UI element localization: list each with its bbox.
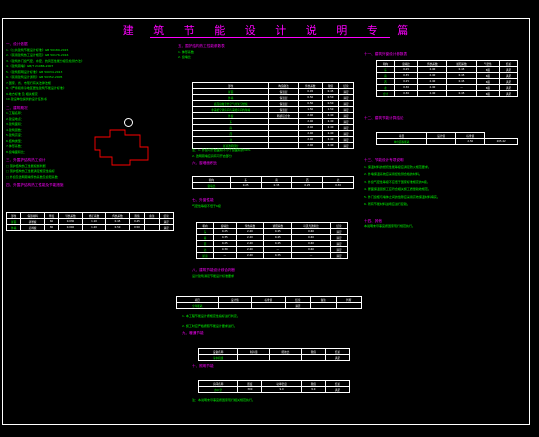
table-cell: 0.50: [128, 224, 146, 231]
mid-hvac-table: 设备名称 制冷量 能效比 限值 结论 冷水机组 满足: [197, 348, 351, 361]
right-window-table: 朝向 窗墙比 传热系数 遮阳系数 气密性 结论东 0.25 2.40 0.45 6级 满足南 0.35…: [376, 60, 518, 97]
table-cell: 0.45: [446, 90, 477, 97]
table-cell: 300: [237, 386, 263, 393]
mid-sec9: 1. 本工程节能设计按规定性指标进行判定。 2. 施工时应严格按照节能设计要求进…: [182, 314, 358, 337]
mid-sec7: 七、外窗性能 气密性等级不低于6级: [192, 198, 352, 209]
table-cell: 9.0: [300, 386, 326, 393]
right-sec1-heading: 十一、建筑外窗设计参数表: [364, 52, 408, 56]
table-row: 外墙 岩棉板 80 0.040 1.20 0.50 0.50 满足: [5, 224, 175, 231]
right-column: 十一、建筑外窗设计参数表: [364, 52, 524, 58]
mid-footer-line: 注：本说明未尽事宜按国家现行相关规范执行。: [192, 398, 256, 402]
mid-sec9-line2: 2. 施工时应严格按照节能设计要求进行。: [182, 323, 237, 328]
list-item: 6. 所有节能材料进场应进行复验。: [364, 202, 410, 206]
mid-sec11-heading: 十、照明节能: [192, 364, 214, 368]
table-cell: [335, 302, 363, 309]
table-cell: 满足: [329, 252, 349, 259]
table-cell: 满足: [499, 90, 518, 97]
table-cell: 外墙: [5, 224, 22, 231]
table-cell: [251, 302, 286, 309]
mid-note2: 2. 透明幕墙应具有可开启部分: [192, 153, 232, 158]
table-row: 屋顶 —2.40 0.35— 满足: [195, 252, 349, 259]
table-cell: [237, 354, 271, 361]
mid-wwr-table: 朝向东南西北窗墙比 0.25 0.35 0.25 0.30: [192, 176, 354, 189]
right-result-table: 项目 设计值 标准值 单位面积能耗 2.50 205.42: [375, 132, 518, 145]
table-cell: 205.42: [484, 138, 518, 145]
table-cell: [269, 354, 302, 361]
right-sec3: 十三、节能设计专项说明 1. 保温材料的燃烧性能等级应满足防火规范要求。 2. 外…: [364, 158, 528, 230]
mid-notes: 注：1. 外窗可开启面积不小于窗面积的30% 2. 透明幕墙应具有可开启部分 六…: [192, 148, 352, 167]
table-cell: 满足: [284, 302, 312, 309]
table-cell: [144, 224, 160, 231]
mid-sec10-heading: 九、暖通节能: [182, 331, 204, 335]
table-cell: [426, 138, 457, 145]
table-cell: 办公室: [197, 386, 239, 393]
left-thermal-table: 部位 保温材料 厚度 导热系数 修正系数 传热系数 限值 备注 结论 屋面 挤塑板 60 0.030 1.…: [5, 212, 175, 231]
table-cell: 窗墙比: [192, 182, 231, 189]
middle-column: 五、围护结构热工性能参数表 1. 体形系数 2. 窗墙比: [178, 44, 350, 61]
table-cell: 0.35: [260, 182, 293, 189]
table-cell: 1.20: [81, 224, 107, 231]
table-cell: [310, 302, 337, 309]
table-cell: 0.35: [263, 252, 293, 259]
table-row: 全年能耗 满足: [176, 302, 363, 309]
table-row: 冷水机组 满足: [197, 354, 351, 361]
right-sec2-heading: 十二、建筑节能计算结论: [364, 116, 404, 120]
table-cell: 0.25: [229, 182, 262, 189]
drawing-sheet: 建 筑 节 能 设 计 说 明 专 篇 一、设计依据 1.《公共建筑节能设计标准…: [0, 0, 539, 437]
right-sec2: 十二、建筑节能计算结论: [364, 116, 524, 122]
table-cell: 冷水机组: [197, 354, 239, 361]
table-row: 窗墙比 0.25 0.35 0.25 0.30: [192, 182, 354, 189]
mid-window-table: 朝向 窗墙比 传热系数 遮阳系数 可见光透射比 结论东 0.25 2.40 0.45 0.60 满足…: [195, 222, 349, 259]
table-row: 办公室 300 9.0 9.0 满足: [197, 386, 351, 393]
table-cell: 9.0: [261, 386, 302, 393]
right-sec3-list: 1. 保温材料的燃烧性能等级应满足防火规范要求。 2. 外墙保温系统应采用经检测合…: [364, 164, 528, 209]
table-cell: 合计: [376, 90, 395, 97]
table-cell: 满足: [324, 386, 351, 393]
list-item: 3. 外窗气密性等级不应低于国家标准规定的6级。: [364, 179, 430, 184]
building-plan-outline: [94, 129, 149, 166]
mid-energy-table: 项目 设计值 标准值 结论 备注 判断 全年能耗 满足: [176, 296, 363, 309]
mid-sec8: 八、建筑节能设计综合判断 设计建筑满足节能设计标准要求: [192, 268, 362, 279]
table-cell: —: [291, 252, 331, 259]
table-cell: 0.040: [58, 224, 83, 231]
mid-lighting-table: 房间名称 照度 功率密度 限值 结论 办公室 300 9.0 9.0 满足: [197, 380, 351, 393]
table-cell: [217, 302, 253, 309]
list-item: 1. 保温材料的燃烧性能等级应满足防火规范要求。: [364, 164, 431, 169]
right-sec4-line: 本说明未尽事宜按国家现行规范执行。: [364, 224, 416, 228]
table-cell: 全年能耗: [176, 302, 219, 309]
mid-sec8-line: 设计建筑满足节能设计标准要求: [192, 273, 235, 278]
table-row: 合计 0.30 2.40 0.45 6级 满足: [376, 90, 518, 97]
list-item: 4. 屋面保温层施工应符合相关施工质量验收规范。: [364, 187, 431, 191]
table-cell: 6级: [475, 90, 501, 97]
left-sec1-list: 1.《公共建筑节能设计标准》GB 50189-2015 2.《民用建筑热工设计规范…: [6, 48, 174, 103]
table-cell: 满足: [158, 224, 175, 231]
mid-sec6-heading: 六、窗墙面积比: [192, 161, 218, 165]
left-sec4-heading: 四、外围护结构热工性能及节能措施: [6, 183, 64, 187]
table-cell: 2.40: [417, 90, 448, 97]
mid-sec5-line2: 2. 窗墙比: [178, 55, 191, 59]
table-cell: 0.30: [393, 90, 419, 97]
table-cell: —: [213, 252, 237, 259]
mid-sec7-line: 气密性等级不低于6级: [192, 203, 221, 208]
table-cell: 满足: [324, 354, 351, 361]
table-cell: 屋顶: [195, 252, 215, 259]
table-cell: 80: [43, 224, 60, 231]
table-cell: 2.40: [235, 252, 265, 259]
document-title: 建 筑 节 能 设 计 说 明 专 篇: [122, 24, 417, 37]
table-cell: 0.25: [291, 182, 324, 189]
mid-sec11: 十、照明节能: [192, 364, 362, 370]
table-cell: 0.30: [322, 182, 354, 189]
list-item: 5. 外门窗框与墙体之间的缝隙应采用高效保温材料填实。: [364, 194, 440, 199]
table-cell: 岩棉板: [20, 224, 45, 231]
table-cell: [300, 354, 326, 361]
title-underline: [150, 37, 390, 38]
list-item: 2. 外墙保温系统应采用经检测合格的材料。: [364, 172, 422, 176]
table-cell: 0.50: [105, 224, 130, 231]
table-row: 单位面积能耗 2.50 205.42: [375, 138, 518, 145]
mid-envelope-table: 部位 构造做法 传热系数 限值 结论 屋面 保温层 0.45 0.45 满足 外墙 保温层 0.50 0.…: [191, 82, 354, 149]
table-cell: 2.50: [455, 138, 486, 145]
table-cell: 单位面积能耗: [375, 138, 428, 145]
